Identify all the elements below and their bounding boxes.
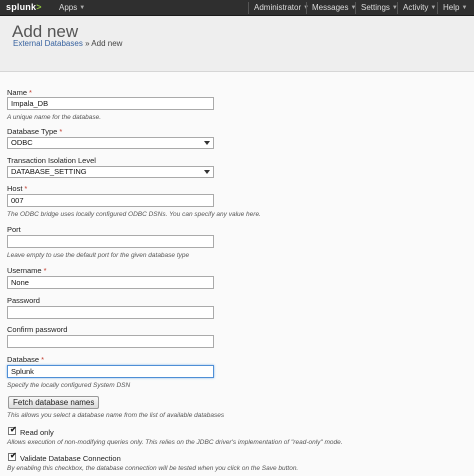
chevron-down-icon: ▼ xyxy=(79,5,86,11)
apps-menu-label: Apps xyxy=(59,3,78,12)
top-nav-bar: splunk> Apps▼ Administrator▼ Messages▼ S… xyxy=(0,0,474,16)
database-label: Database * xyxy=(7,355,44,364)
dropdown-arrow-icon xyxy=(204,141,210,145)
port-help-text: Leave empty to use the default port for … xyxy=(7,252,190,259)
isolation-level-label-text: Transaction Isolation Level xyxy=(7,156,96,165)
confirm-password-label-text: Confirm password xyxy=(7,325,68,334)
isolation-level-label: Transaction Isolation Level xyxy=(7,156,96,165)
port-label-text: Port xyxy=(7,225,21,234)
nav-divider xyxy=(355,2,356,14)
logo-text: splunk xyxy=(6,2,37,12)
activity-menu-label: Activity xyxy=(403,3,429,12)
required-marker: * xyxy=(43,266,47,275)
settings-menu[interactable]: Settings ▼ xyxy=(361,3,398,12)
username-label-text: Username xyxy=(7,266,42,275)
host-help-text: The ODBC bridge uses locally configured … xyxy=(7,211,261,218)
nav-divider xyxy=(397,2,398,14)
nav-divider xyxy=(437,2,438,14)
apps-menu[interactable]: Apps ▼ xyxy=(59,3,85,12)
breadcrumb-external-databases-link[interactable]: External Databases xyxy=(13,39,83,48)
required-marker: * xyxy=(41,355,45,364)
page-header: Add new External Databases » Add new xyxy=(0,16,474,72)
isolation-level-selected-value: DATABASE_SETTING xyxy=(11,167,87,176)
checkmark-icon: ✔ xyxy=(10,425,17,434)
nav-divider xyxy=(306,2,307,14)
port-input[interactable] xyxy=(7,235,214,248)
password-label: Password xyxy=(7,296,40,305)
breadcrumb-current: » Add new xyxy=(85,39,123,48)
database-type-label: Database Type * xyxy=(7,127,62,136)
isolation-level-select[interactable]: DATABASE_SETTING xyxy=(7,166,214,178)
administrator-menu[interactable]: Administrator▼ xyxy=(254,3,309,12)
splunk-logo[interactable]: splunk> xyxy=(6,2,42,12)
validate-connection-help-text: By enabling this checkbox, the database … xyxy=(7,465,299,472)
database-help-text: Specify the locally configured System DS… xyxy=(7,382,131,389)
port-label: Port xyxy=(7,225,21,234)
host-input[interactable] xyxy=(7,194,214,207)
read-only-checkbox[interactable]: ✔ xyxy=(8,425,17,435)
confirm-password-label: Confirm password xyxy=(7,325,67,334)
fetch-database-names-help-text: This allows you select a database name f… xyxy=(7,412,225,419)
name-label: Name * xyxy=(7,88,32,97)
host-label-text: Host xyxy=(7,184,23,193)
name-input[interactable] xyxy=(7,97,214,110)
add-database-form: Name* A unique name for the database. Da… xyxy=(0,72,474,476)
database-type-select[interactable]: ODBC xyxy=(7,137,214,149)
validate-connection-checkbox[interactable]: ✔ xyxy=(8,451,17,461)
database-type-selected-value: ODBC xyxy=(11,138,33,147)
database-type-label-text: Database Type xyxy=(7,127,58,136)
required-marker: * xyxy=(59,127,63,136)
password-input[interactable] xyxy=(7,306,214,319)
dropdown-arrow-icon xyxy=(204,170,210,174)
chevron-down-icon: ▼ xyxy=(430,5,437,11)
messages-menu[interactable]: Messages ▼ xyxy=(312,3,356,12)
administrator-menu-label: Administrator xyxy=(254,3,302,12)
checkmark-icon: ✔ xyxy=(10,451,17,460)
host-label: Host * xyxy=(7,184,27,193)
database-input[interactable] xyxy=(7,365,214,378)
breadcrumb: External Databases » Add new xyxy=(13,39,122,48)
database-label-text: Database xyxy=(7,355,40,364)
logo-chevron-icon: > xyxy=(36,2,42,12)
help-menu-label: Help xyxy=(443,3,460,12)
confirm-password-input[interactable] xyxy=(7,335,214,348)
read-only-help-text: Allows execution of non-modifying querie… xyxy=(7,439,343,446)
required-marker: * xyxy=(29,88,32,97)
validate-connection-label: Validate Database Connection xyxy=(20,454,121,463)
username-label: Username * xyxy=(7,266,47,275)
read-only-label: Read only xyxy=(20,428,54,437)
messages-menu-label: Messages xyxy=(312,3,349,12)
settings-menu-label: Settings xyxy=(361,3,390,12)
required-marker: * xyxy=(24,184,28,193)
name-label-text: Name xyxy=(7,88,28,97)
activity-menu[interactable]: Activity ▼ xyxy=(403,3,436,12)
password-label-text: Password xyxy=(7,296,40,305)
name-help-text: A unique name for the database. xyxy=(7,114,102,121)
username-input[interactable] xyxy=(7,276,214,289)
chevron-down-icon: ▼ xyxy=(461,5,468,11)
help-menu[interactable]: Help ▼ xyxy=(443,3,467,12)
fetch-database-names-button[interactable]: Fetch database names xyxy=(8,396,100,409)
nav-divider xyxy=(248,2,249,14)
